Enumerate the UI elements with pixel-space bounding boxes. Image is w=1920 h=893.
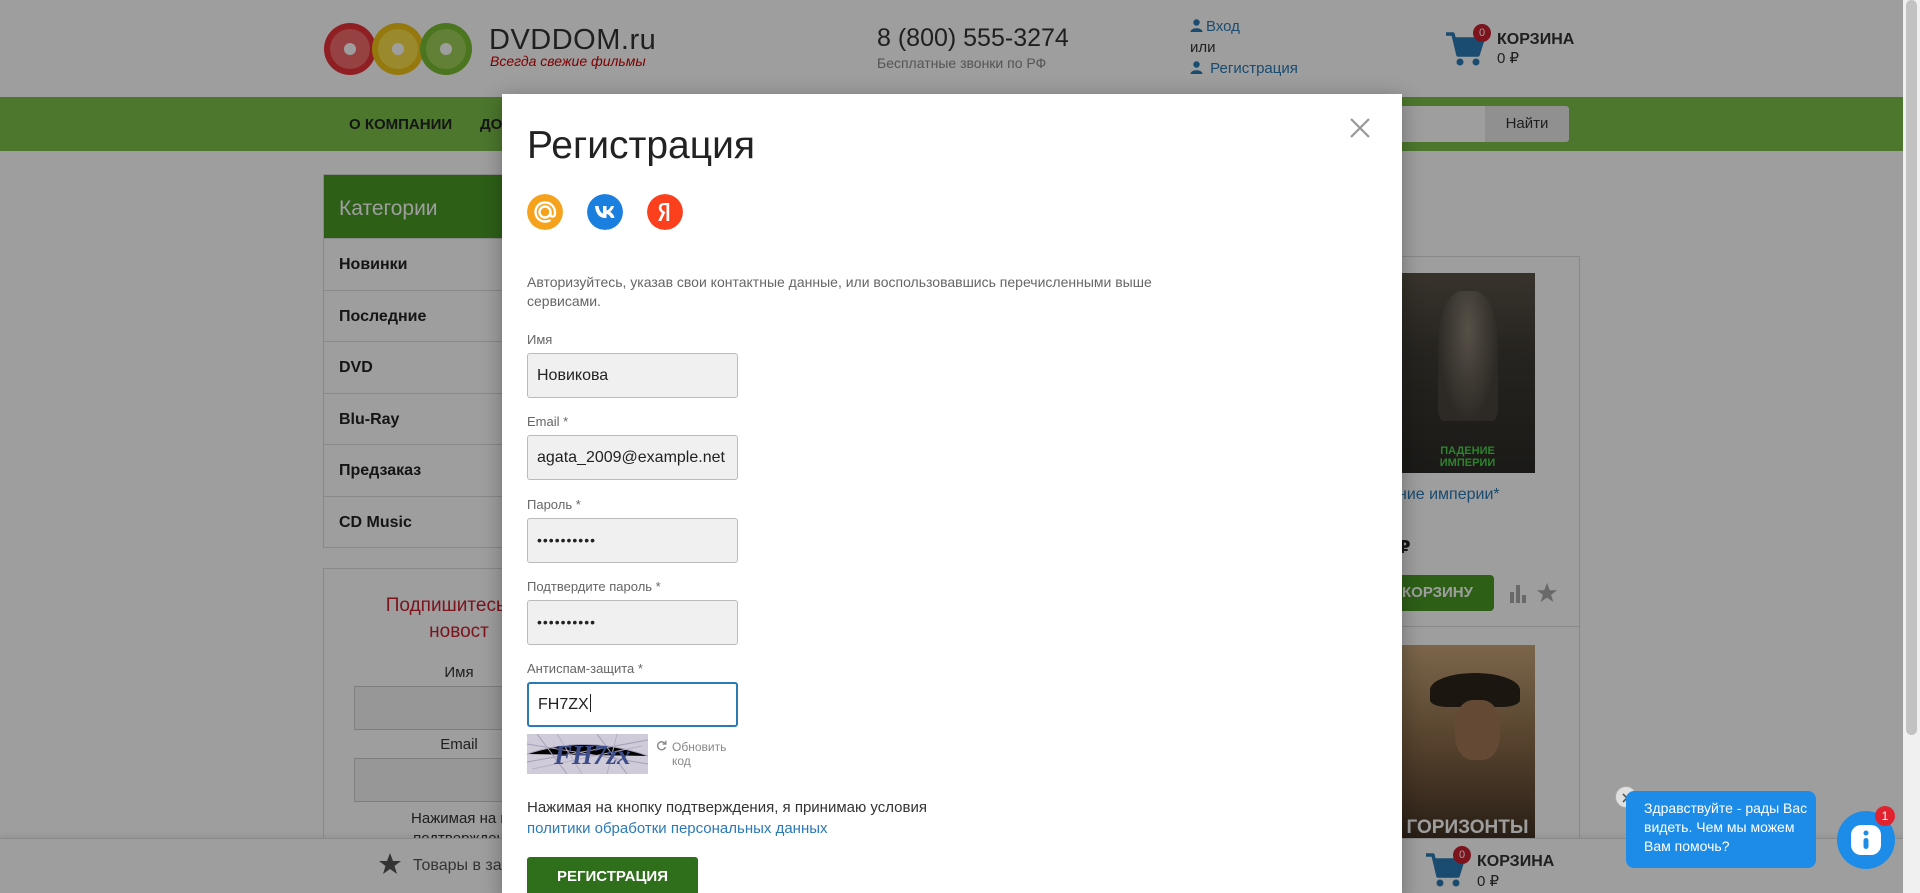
- consent-prefix: Нажимая на кнопку подтверждения, я прини…: [527, 799, 927, 816]
- registration-modal: Регистрация Авторизуйтесь, указав свои к…: [502, 94, 1402, 893]
- refresh-code-link[interactable]: Обновить код: [672, 740, 726, 768]
- chat-unread-badge: 1: [1875, 806, 1895, 826]
- register-submit-button[interactable]: РЕГИСТРАЦИЯ: [527, 857, 698, 893]
- name-field[interactable]: Новикова: [527, 353, 738, 398]
- captcha-noise: FH7zx: [527, 734, 648, 774]
- refresh-code-line: код: [672, 754, 691, 768]
- intro-text: Авторизуйтесь, указав свои контактные да…: [527, 274, 1152, 309]
- captcha-text: FH7zx: [553, 740, 631, 770]
- privacy-policy-link[interactable]: политики обработки персональных данных: [527, 820, 828, 837]
- name-label: Имя: [527, 332, 553, 347]
- password-label: Пароль *: [527, 497, 581, 512]
- antispam-field[interactable]: FH7ZX: [527, 682, 738, 727]
- yandex-icon[interactable]: [647, 194, 683, 230]
- mailru-icon[interactable]: [527, 194, 563, 230]
- password-field[interactable]: ••••••••••: [527, 518, 738, 563]
- modal-title: Регистрация: [527, 124, 755, 167]
- captcha-image: FH7zx: [527, 734, 648, 774]
- page-scrollbar[interactable]: [1903, 0, 1920, 893]
- consent-text: Нажимая на кнопку подтверждения, я прини…: [527, 797, 947, 839]
- close-icon[interactable]: [1348, 116, 1372, 140]
- confirm-password-field[interactable]: ••••••••••: [527, 600, 738, 645]
- antispam-value: FH7ZX: [538, 696, 589, 713]
- refresh-icon[interactable]: [656, 740, 667, 751]
- vk-icon[interactable]: [587, 194, 623, 230]
- confirm-password-label: Подтвердите пароль *: [527, 579, 661, 594]
- email-field[interactable]: agata_2009@example.net: [527, 435, 738, 480]
- chat-greeting-bubble[interactable]: Здравствуйте - рады Вас видеть. Чем мы м…: [1626, 791, 1816, 868]
- antispam-label: Антиспам-защита *: [527, 661, 643, 676]
- text-caret: [589, 694, 591, 712]
- scrollbar-thumb[interactable]: [1906, 0, 1917, 735]
- email-label: Email *: [527, 414, 569, 429]
- refresh-code-line: Обновить: [672, 740, 727, 754]
